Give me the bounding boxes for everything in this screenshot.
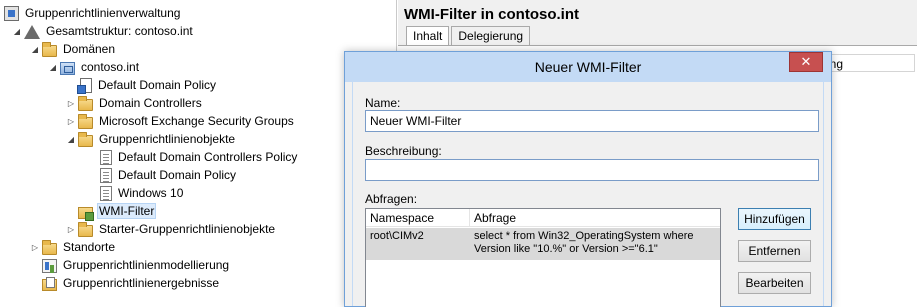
gpm-icon: [4, 5, 19, 21]
tree-item-contoso[interactable]: ◢ contoso.int: [48, 58, 141, 76]
console-tree: Gruppenrichtlinienverwaltung ◢ Gesamtstr…: [0, 0, 397, 307]
tree-item-label: contoso.int: [81, 60, 140, 74]
tree-item-label: Microsoft Exchange Security Groups: [99, 114, 294, 128]
tree-item-label: Default Domain Controllers Policy: [118, 150, 298, 164]
tree-item-default-domain-policy-link[interactable]: Default Domain Policy: [77, 76, 218, 94]
cell-namespace: root\CIMv2: [370, 230, 424, 242]
queries-label: Abfragen:: [365, 192, 418, 206]
dialog-titlebar[interactable]: Neuer WMI-Filter ✕: [345, 52, 831, 82]
tree-item-domains[interactable]: ◢ Domänen: [30, 40, 117, 58]
tree-item-results[interactable]: Gruppenrichtlinienergebnisse: [42, 274, 221, 292]
collapsed-chevron-icon[interactable]: ▷: [66, 220, 76, 238]
tree-item-label: Gesamtstruktur: contoso.int: [46, 24, 193, 38]
tree-item-label: Starter-Gruppenrichtlinienobjekte: [99, 222, 276, 236]
domains-folder-icon: [42, 41, 57, 57]
description-label: Beschreibung:: [365, 144, 442, 158]
expanded-chevron-icon[interactable]: ◢: [66, 130, 76, 148]
name-label: Name:: [365, 96, 401, 110]
collapsed-chevron-icon[interactable]: ▷: [30, 238, 40, 256]
gpo-doc-icon: [100, 167, 112, 183]
close-button[interactable]: ✕: [789, 52, 823, 72]
tab-strip: Inhalt Delegierung: [406, 26, 532, 46]
expanded-chevron-icon[interactable]: ◢: [12, 22, 22, 40]
modeling-icon: [42, 258, 57, 273]
tree-item-label: Gruppenrichtlinienmodellierung: [63, 258, 230, 272]
tree-item-domain-controllers[interactable]: ▷ Domain Controllers: [66, 94, 204, 112]
cell-query-line: select * from Win32_OperatingSystem wher…: [474, 230, 694, 242]
forest-icon: [24, 24, 40, 39]
gpo-doc-icon: [100, 185, 112, 201]
tree-item-gpo-container[interactable]: ◢ Gruppenrichtlinienobjekte: [66, 130, 237, 148]
tree-item-label: Domain Controllers: [99, 96, 202, 110]
page-title: WMI-Filter in contoso.int: [404, 6, 579, 23]
name-field[interactable]: Neuer WMI-Filter: [365, 110, 819, 132]
description-field[interactable]: [365, 159, 819, 181]
tree-item-label: WMI-Filter: [97, 203, 157, 219]
column-header-partial[interactable]: ung: [818, 54, 915, 72]
dialog-title: Neuer WMI-Filter: [534, 59, 642, 75]
tree-item-wmi-filter[interactable]: WMI-Filter: [78, 202, 157, 221]
tree-item-starter-gpo[interactable]: ▷ Starter-Gruppenrichtlinienobjekte: [66, 220, 277, 238]
tree-item-gpo-win10[interactable]: Windows 10: [98, 184, 185, 202]
tree-item-sites[interactable]: ▷ Standorte: [30, 238, 117, 256]
gpo-doc-icon: [100, 149, 112, 165]
table-row[interactable]: root\CIMv2 select * from Win32_Operating…: [366, 228, 720, 260]
tree-item-label: Default Domain Policy: [118, 168, 237, 182]
expanded-chevron-icon[interactable]: ◢: [48, 58, 58, 76]
tree-item-gpo-ddp[interactable]: Default Domain Policy: [98, 166, 238, 184]
tree-item-label: Gruppenrichtlinienverwaltung: [25, 6, 181, 20]
dialog-body: Name: Neuer WMI-Filter Beschreibung: Abf…: [352, 82, 824, 307]
folder-icon: [78, 221, 93, 237]
expanded-chevron-icon[interactable]: ◢: [30, 40, 40, 58]
tree-item-label: Gruppenrichtlinienergebnisse: [63, 276, 220, 290]
new-wmi-filter-dialog: Neuer WMI-Filter ✕ Name: Neuer WMI-Filte…: [344, 51, 832, 307]
ou-folder-icon: [78, 113, 93, 129]
tree-item-modeling[interactable]: Gruppenrichtlinienmodellierung: [42, 256, 231, 274]
tree-item-label: Gruppenrichtlinienobjekte: [99, 132, 236, 146]
cell-query: select * from Win32_OperatingSystem wher…: [470, 228, 720, 260]
column-header-namespace[interactable]: Namespace: [366, 209, 470, 227]
edit-button[interactable]: Bearbeiten: [738, 272, 811, 294]
remove-button[interactable]: Entfernen: [738, 240, 811, 262]
tree-item-label: Default Domain Policy: [98, 78, 217, 92]
tree-item-exchange-groups[interactable]: ▷ Microsoft Exchange Security Groups: [66, 112, 296, 130]
gpo-link-icon: [77, 77, 92, 94]
folder-icon: [78, 131, 93, 147]
tree-item-label: Windows 10: [118, 186, 184, 200]
tree-item-label: Domänen: [63, 42, 116, 56]
tab-delegierung[interactable]: Delegierung: [451, 26, 531, 45]
cell-query-line: Version like "10.%" or Version >="6.1": [474, 243, 658, 255]
tree-item-gpo-ddcp[interactable]: Default Domain Controllers Policy: [98, 148, 299, 166]
tab-inhalt[interactable]: Inhalt: [406, 26, 450, 46]
wmi-filter-folder-icon: [78, 206, 94, 221]
results-icon: [42, 276, 57, 291]
sites-folder-icon: [42, 239, 57, 255]
tree-item-label: Standorte: [63, 240, 116, 254]
queries-list-header: Namespace Abfrage: [366, 209, 720, 227]
collapsed-chevron-icon[interactable]: ▷: [66, 94, 76, 112]
add-button[interactable]: Hinzufügen: [738, 208, 811, 230]
domain-icon: [60, 61, 75, 75]
tree-item-gpm-root[interactable]: Gruppenrichtlinienverwaltung: [4, 4, 182, 22]
ou-folder-icon: [78, 95, 93, 111]
column-header-query[interactable]: Abfrage: [470, 209, 720, 227]
queries-list[interactable]: Namespace Abfrage root\CIMv2 select * fr…: [365, 208, 721, 307]
tree-item-forest[interactable]: ◢ Gesamtstruktur: contoso.int: [12, 22, 195, 40]
close-icon: ✕: [800, 54, 812, 69]
collapsed-chevron-icon[interactable]: ▷: [66, 112, 76, 130]
